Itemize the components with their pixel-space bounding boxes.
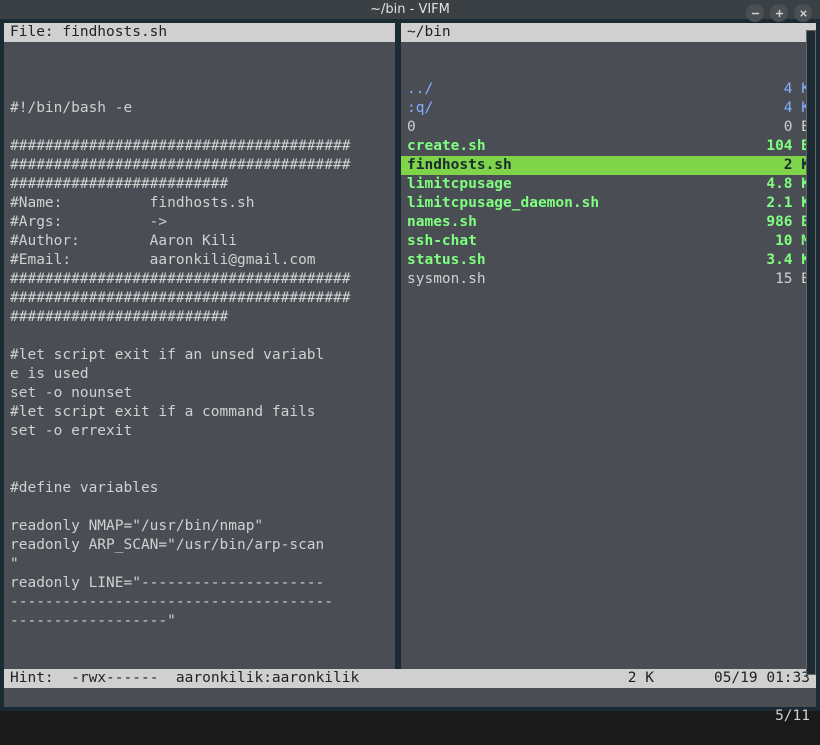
- right-pane[interactable]: ~/bin ../4 K:q/4 K00 Bcreate.sh104 Bfind…: [401, 23, 816, 669]
- file-name: ../: [407, 80, 776, 99]
- file-name: status.sh: [407, 251, 758, 270]
- file-row[interactable]: 00 B: [407, 118, 810, 137]
- file-row[interactable]: names.sh986 B: [407, 213, 810, 232]
- scrollbar-track[interactable]: [806, 30, 816, 675]
- minimize-button[interactable]: [746, 4, 764, 22]
- file-size: 4 K: [776, 99, 810, 118]
- close-button[interactable]: [794, 4, 812, 22]
- right-pane-body[interactable]: ../4 K:q/4 K00 Bcreate.sh104 Bfindhosts.…: [401, 42, 816, 669]
- file-size: 4.8 K: [758, 175, 810, 194]
- file-size: 2 K: [776, 156, 810, 175]
- file-row[interactable]: ../4 K: [407, 80, 810, 99]
- file-row[interactable]: findhosts.sh2 K: [401, 156, 816, 175]
- position-indicator: 5/11: [775, 708, 810, 724]
- scrollbar-thumb[interactable]: [806, 30, 816, 675]
- file-preview: #!/bin/bash -e #########################…: [10, 80, 389, 631]
- hint-label: Hint:: [10, 670, 54, 686]
- left-pane-title: File: findhosts.sh: [4, 23, 395, 42]
- file-row[interactable]: sysmon.sh15 B: [407, 270, 810, 289]
- file-row[interactable]: limitcpusage_daemon.sh2.1 K: [407, 194, 810, 213]
- file-size: 15 B: [767, 270, 810, 289]
- file-row[interactable]: limitcpusage4.8 K: [407, 175, 810, 194]
- left-pane[interactable]: File: findhosts.sh #!/bin/bash -e ######…: [4, 23, 395, 669]
- file-name: 0: [407, 118, 776, 137]
- file-size: 104 B: [758, 137, 810, 156]
- panes: File: findhosts.sh #!/bin/bash -e ######…: [4, 23, 816, 669]
- status-perms: -rwx------: [71, 670, 158, 686]
- file-name: :q/: [407, 99, 776, 118]
- file-size: 4 K: [776, 80, 810, 99]
- titlebar[interactable]: ~/bin - VIFM: [0, 0, 820, 19]
- file-row[interactable]: create.sh104 B: [407, 137, 810, 156]
- file-row[interactable]: :q/4 K: [407, 99, 810, 118]
- file-name: sysmon.sh: [407, 270, 767, 289]
- right-pane-title: ~/bin: [401, 23, 816, 42]
- file-name: create.sh: [407, 137, 758, 156]
- file-size: 3.4 K: [758, 251, 810, 270]
- file-row[interactable]: status.sh3.4 K: [407, 251, 810, 270]
- file-size: 2.1 K: [758, 194, 810, 213]
- command-line[interactable]: 5/11: [4, 688, 816, 707]
- file-row[interactable]: ssh-chat10 M: [407, 232, 810, 251]
- window-title: ~/bin - VIFM: [370, 0, 450, 19]
- file-list: ../4 K:q/4 K00 Bcreate.sh104 Bfindhosts.…: [407, 80, 810, 289]
- file-name: ssh-chat: [407, 232, 767, 251]
- file-name: limitcpusage_daemon.sh: [407, 194, 758, 213]
- window-controls: [746, 4, 812, 22]
- file-size: 10 M: [767, 232, 810, 251]
- left-pane-body[interactable]: #!/bin/bash -e #########################…: [4, 42, 395, 669]
- app-window: ~/bin - VIFM File: findhosts.sh #!/bin/b…: [0, 0, 820, 679]
- maximize-button[interactable]: [770, 4, 788, 22]
- client-area: File: findhosts.sh #!/bin/bash -e ######…: [0, 19, 820, 711]
- file-size: 986 B: [758, 213, 810, 232]
- file-name: names.sh: [407, 213, 758, 232]
- file-name: findhosts.sh: [407, 156, 776, 175]
- file-size: 0 B: [776, 118, 810, 137]
- file-name: limitcpusage: [407, 175, 758, 194]
- status-owner: aaronkilik:aaronkilik: [176, 670, 359, 686]
